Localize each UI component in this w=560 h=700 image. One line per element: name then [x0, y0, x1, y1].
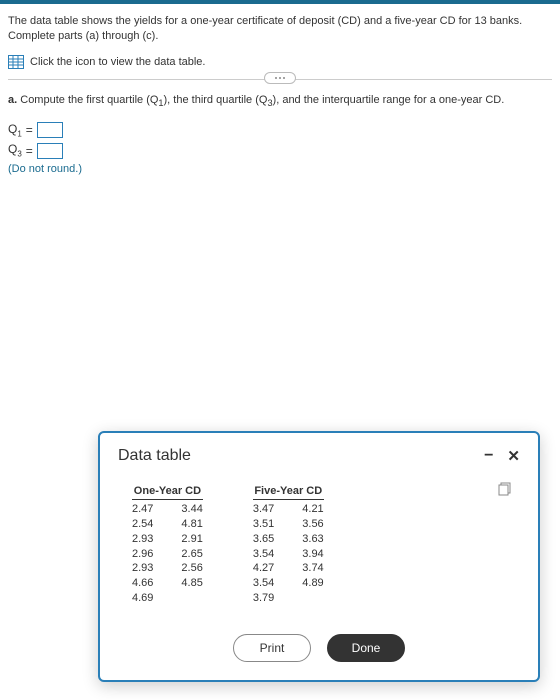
table-cell: 3.74 [302, 561, 323, 576]
data-table-modal: Data table − ✕ One-Year CD 2.472.542.932… [98, 431, 540, 682]
table-cell: 3.63 [302, 532, 323, 547]
table-cell: 4.85 [181, 576, 202, 591]
table-cell: 3.54 [253, 576, 274, 591]
one-year-col2: 3.444.812.912.652.564.85 [181, 502, 202, 606]
table-cell: 2.93 [132, 532, 153, 547]
five-year-header: Five-Year CD [253, 485, 324, 500]
five-year-group: Five-Year CD 3.473.513.653.544.273.543.7… [253, 485, 324, 606]
equals-sign: = [26, 144, 33, 158]
done-button[interactable]: Done [327, 634, 405, 662]
table-cell: 3.79 [253, 591, 274, 606]
equals-sign: = [26, 123, 33, 137]
q3-input[interactable] [37, 143, 63, 159]
table-cell: 2.96 [132, 547, 153, 562]
view-table-link[interactable]: Click the icon to view the data table. [8, 55, 552, 69]
table-cell: 3.54 [253, 547, 274, 562]
expand-button[interactable] [264, 72, 296, 84]
table-cell: 3.65 [253, 532, 274, 547]
table-cell: 4.27 [253, 561, 274, 576]
print-button[interactable]: Print [233, 634, 311, 662]
copy-icon[interactable] [498, 482, 512, 496]
table-cell: 2.54 [132, 517, 153, 532]
table-cell: 2.91 [181, 532, 202, 547]
modal-title: Data table [118, 447, 191, 465]
table-cell: 2.65 [181, 547, 202, 562]
q1-row: Q1 = [8, 122, 552, 138]
table-cell: 4.69 [132, 591, 153, 606]
q3-row: Q3 = [8, 142, 552, 158]
close-icon[interactable]: ✕ [507, 449, 520, 464]
data-table-body: One-Year CD 2.472.542.932.962.934.664.69… [118, 485, 520, 606]
minimize-icon[interactable]: − [484, 448, 493, 464]
table-cell: 3.51 [253, 517, 274, 532]
part-a-label: a. [8, 94, 17, 106]
table-icon [8, 55, 24, 69]
table-cell: 2.93 [132, 561, 153, 576]
table-cell: 3.47 [253, 502, 274, 517]
one-year-header: One-Year CD [132, 485, 203, 500]
modal-controls: − ✕ [484, 448, 520, 464]
five-year-col2: 4.213.563.633.943.744.89 [302, 502, 323, 606]
modal-footer: Print Done [118, 634, 520, 662]
table-cell: 2.47 [132, 502, 153, 517]
table-cell: 4.21 [302, 502, 323, 517]
q3-label: Q3 [8, 142, 22, 158]
table-cell: 4.66 [132, 576, 153, 591]
rounding-note: (Do not round.) [8, 163, 552, 175]
problem-statement: The data table shows the yields for a on… [8, 14, 552, 45]
table-cell: 2.56 [181, 561, 202, 576]
view-table-text: Click the icon to view the data table. [30, 56, 205, 68]
part-a-text: a. Compute the first quartile (Q1), the … [8, 94, 552, 108]
modal-header: Data table − ✕ [118, 447, 520, 465]
q1-label: Q1 [8, 122, 22, 138]
five-year-col1: 3.473.513.653.544.273.543.79 [253, 502, 274, 606]
problem-content: The data table shows the yields for a on… [0, 4, 560, 175]
section-divider [8, 79, 552, 80]
table-cell: 4.89 [302, 576, 323, 591]
table-cell: 3.56 [302, 517, 323, 532]
table-cell: 3.94 [302, 547, 323, 562]
table-cell: 3.44 [181, 502, 202, 517]
answer-area: Q1 = Q3 = (Do not round.) [8, 122, 552, 175]
table-cell: 4.81 [181, 517, 202, 532]
q1-input[interactable] [37, 122, 63, 138]
one-year-col1: 2.472.542.932.962.934.664.69 [132, 502, 153, 606]
one-year-group: One-Year CD 2.472.542.932.962.934.664.69… [132, 485, 203, 606]
